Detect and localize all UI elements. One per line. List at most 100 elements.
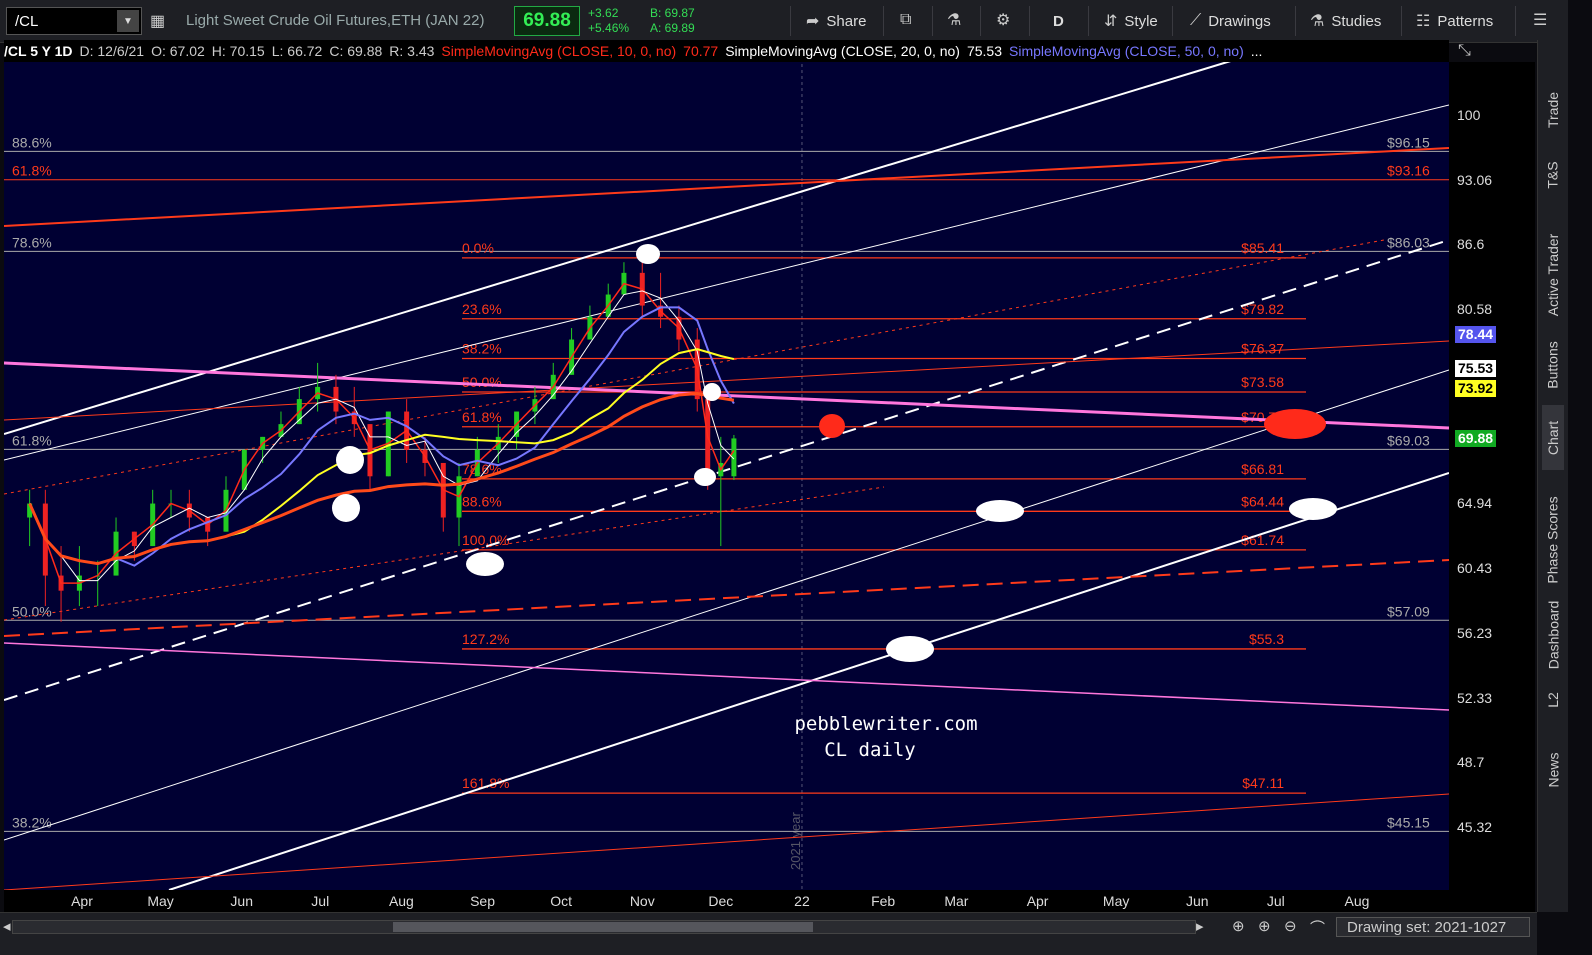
net-change: +3.62 — [588, 6, 619, 20]
bid-price: B: 69.87 — [650, 6, 695, 20]
sidebar-tab-label: T&S — [1545, 161, 1562, 189]
fib-level-label: 161.8% — [462, 775, 509, 791]
red-target-marker — [1264, 409, 1326, 439]
y-tick-label: 86.6 — [1457, 236, 1485, 253]
x-tick-label: Jun — [1186, 893, 1209, 909]
fib-level-price: $73.58 — [1241, 374, 1284, 390]
price-tag: 69.88 — [1455, 430, 1497, 448]
fib-level-price: $47.11 — [1242, 775, 1284, 791]
gear-icon[interactable]: ⚙ — [996, 10, 1010, 30]
x-tick-label: Aug — [389, 893, 414, 909]
horizontal-scrollbar[interactable] — [12, 920, 1196, 934]
studies-button[interactable]: ⚗ Studies — [1310, 8, 1381, 34]
fib-left-price: $69.03 — [1387, 432, 1430, 448]
x-tick-label: 22 — [794, 893, 810, 909]
y-tick-label: 100 — [1457, 107, 1481, 123]
sidebar-tab-label: Chart — [1545, 420, 1562, 455]
sidebar-tab-dashboard[interactable]: Dashboard — [1542, 600, 1564, 670]
share-label: Share — [826, 12, 867, 30]
pencil-icon: ⟋ — [1190, 12, 1202, 29]
target-marker — [1289, 498, 1337, 520]
flask-icon[interactable]: ⚗ — [947, 10, 961, 30]
x-tick-label: Aug — [1345, 893, 1370, 909]
menu-icon[interactable]: ☰ — [1533, 10, 1547, 30]
x-tick-label: Nov — [630, 893, 655, 909]
bar-open: O: 67.02 — [151, 43, 205, 59]
x-tick-label: Oct — [550, 893, 572, 909]
sidebar-tab-label: Active Trader — [1545, 233, 1562, 317]
y-tick-label: 64.94 — [1457, 495, 1493, 512]
sidebar-tab-chart[interactable]: Chart — [1542, 405, 1564, 470]
target-marker — [886, 636, 934, 662]
year-marker-label: 2021 year — [788, 812, 803, 870]
bottom-bar: ◂ ▸ ⊕ ⊕ ⊖ ⌒ Drawing set: 2021-1027 — [0, 912, 1537, 955]
fib-level-price: $76.37 — [1241, 341, 1284, 357]
sma10-value: 70.77 — [683, 43, 719, 59]
sidebar-tab-label: Buttons — [1545, 341, 1562, 389]
crosshair-icon[interactable]: ⊕ — [1232, 917, 1245, 935]
fib-level-label: 0.0% — [462, 240, 494, 256]
percent-change: +5.46% — [588, 21, 630, 35]
zoom-out-icon[interactable]: ⊖ — [1284, 917, 1297, 935]
scroll-left-icon[interactable]: ◂ — [3, 917, 11, 935]
target-marker — [466, 552, 504, 576]
chart-title: /CL 5 Y 1D — [4, 43, 73, 59]
more-studies[interactable]: ... — [1251, 43, 1263, 59]
price-chart[interactable]: 2021 year 88.6% $96.15 61.8% $93.16 78.6% $86.… — [4, 40, 1449, 890]
fib-left-label: 88.6% — [12, 134, 52, 150]
symbol-selector[interactable]: /CL ▼ — [6, 7, 142, 35]
sidebar-tab-label: Dashboard — [1545, 600, 1561, 670]
price-tag: 75.53 — [1455, 360, 1497, 378]
fib-left-price: $93.16 — [1387, 163, 1430, 179]
grid-layout-icon[interactable]: ▦ — [150, 11, 165, 31]
chart-background — [4, 40, 1449, 890]
fib-level-label: 61.8% — [462, 409, 502, 425]
sidebar-tab-news[interactable]: News — [1542, 740, 1564, 800]
drawings-label: Drawings — [1208, 12, 1271, 30]
x-tick-label: Apr — [71, 893, 93, 909]
share-button[interactable]: ➦ Share — [806, 8, 866, 34]
sma10-label: SimpleMovingAvg (CLOSE, 10, 0, no) — [441, 43, 677, 59]
expand-icon[interactable]: ⤡ — [1458, 42, 1471, 60]
sma20-label: SimpleMovingAvg (CLOSE, 20, 0, no) — [725, 43, 960, 59]
y-tick-label: 45.32 — [1457, 819, 1493, 835]
style-button[interactable]: ⇵ Style — [1104, 8, 1158, 34]
aggregation-button[interactable]: D — [1053, 8, 1064, 34]
sidebar-tab-l2[interactable]: L2 — [1542, 680, 1564, 720]
y-tick-label: 56.23 — [1457, 624, 1493, 641]
y-axis: 100 93.06 86.6 80.58 64.94 60.43 56.23 52.33 48.… — [1449, 62, 1535, 912]
bar-low: L: 66.72 — [271, 43, 323, 59]
fib-left-label: 61.8% — [12, 163, 52, 179]
drawing-set-selector[interactable]: Drawing set: 2021-1027 — [1336, 917, 1530, 937]
bar-range: R: 3.43 — [389, 43, 435, 59]
window-icon[interactable]: ⧉ — [900, 11, 911, 29]
x-axis: Apr May Jun Jul Aug Sep Oct Nov Dec 22 Feb Mar Apr Ma… — [4, 890, 1449, 912]
red-target-marker — [819, 414, 845, 438]
beaker-icon: ⚗ — [1310, 13, 1325, 30]
patterns-button[interactable]: ☷ Patterns — [1416, 8, 1493, 34]
fib-level-price: $85.41 — [1241, 240, 1284, 256]
zoom-in-icon[interactable]: ⊕ — [1258, 917, 1271, 935]
chevron-down-icon[interactable]: ▼ — [117, 10, 139, 32]
fib-left-label: 78.6% — [12, 234, 52, 250]
fib-left-price: $86.03 — [1387, 234, 1430, 250]
sidebar-tab-buttons[interactable]: Buttons — [1542, 330, 1564, 400]
instrument-name: Light Sweet Crude Oil Futures,ETH (JAN 2… — [186, 12, 485, 29]
target-marker — [703, 383, 721, 401]
drawings-button[interactable]: ⟋ Drawings — [1190, 8, 1271, 34]
sma20-value: 75.53 — [966, 43, 1003, 59]
magnet-icon[interactable]: ⌒ — [1310, 917, 1325, 938]
scroll-thumb[interactable] — [393, 922, 813, 932]
sidebar-tab-active-trader[interactable]: Active Trader — [1542, 225, 1564, 325]
sidebar-tab-phase-scores[interactable]: Phase Scores — [1542, 485, 1564, 595]
sidebar-tab-t-s[interactable]: T&S — [1542, 145, 1564, 205]
x-tick-label: May — [147, 893, 173, 909]
watermark-caption: CL daily — [824, 739, 916, 761]
fib-level-price: $55.3 — [1249, 631, 1284, 647]
x-tick-label: Jun — [230, 893, 253, 909]
scroll-right-icon[interactable]: ▸ — [1196, 917, 1204, 935]
sidebar-tab-trade[interactable]: Trade — [1542, 80, 1564, 140]
sidebar-tab-label: Trade — [1545, 91, 1561, 129]
fib-level-label: 50.0% — [462, 374, 502, 390]
target-marker — [332, 494, 360, 522]
